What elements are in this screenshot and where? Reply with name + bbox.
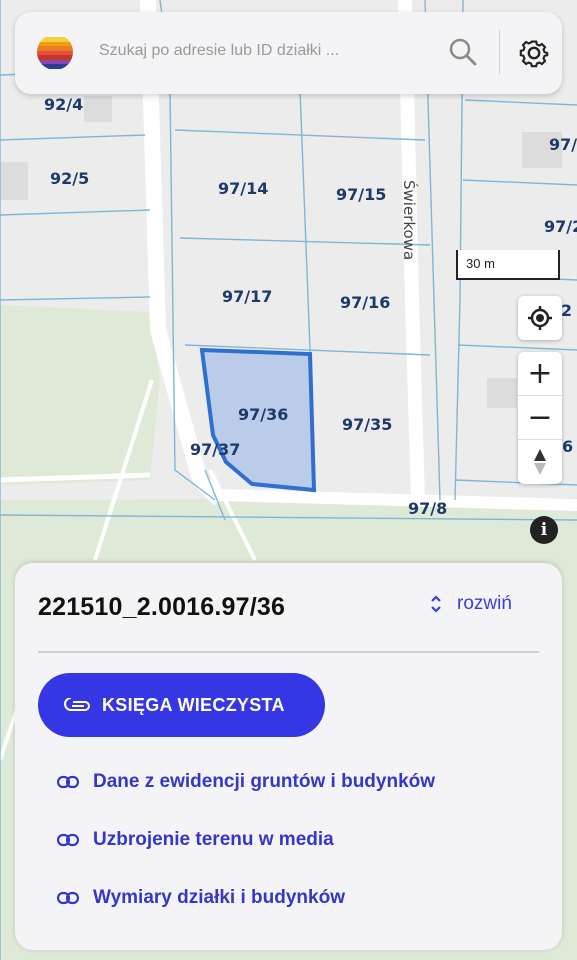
- zoom-in-button[interactable]: +: [518, 352, 562, 396]
- parcel-label: 97/37: [190, 440, 240, 459]
- street-label: Świerkowa: [400, 180, 419, 260]
- building: [0, 162, 28, 200]
- parcel-label: 92/4: [44, 95, 83, 114]
- parcel-label: 97/36: [238, 405, 288, 424]
- compass-icon: [534, 449, 546, 475]
- expand-label: rozwiń: [457, 593, 512, 614]
- parcel-label: 97/2: [544, 217, 577, 236]
- paperclip-icon: [64, 698, 90, 711]
- divider: [38, 651, 539, 653]
- parcel-label: 97/16: [340, 293, 390, 312]
- green-area: [0, 305, 160, 485]
- parcel-panel: 221510_2.0016.97/36 rozwiń KSIĘGA WIECZY…: [15, 563, 562, 950]
- parcel-label: 92/5: [50, 169, 89, 188]
- compass-button[interactable]: [518, 440, 562, 484]
- chevron-up-down-icon: [431, 595, 441, 613]
- parcel-label: 97/35: [342, 415, 392, 434]
- building: [84, 96, 112, 122]
- link-label: Dane z ewidencji gruntów i budynków: [93, 771, 436, 792]
- link-label: Uzbrojenie terenu w media: [93, 829, 334, 850]
- zoom-out-button[interactable]: −: [518, 396, 562, 440]
- parcel-id: 221510_2.0016.97/36: [38, 593, 286, 621]
- search-icon[interactable]: [447, 36, 479, 68]
- parcel-label: 97/: [549, 135, 577, 154]
- parcel-label: 97/15: [336, 185, 386, 204]
- divider: [499, 30, 500, 74]
- link-icon: [57, 891, 79, 905]
- link-land-records[interactable]: Dane z ewidencji gruntów i budynków: [57, 771, 435, 793]
- scale-bar: 30 m: [456, 250, 560, 280]
- parcel-label: 97/14: [218, 179, 268, 198]
- locate-icon: [528, 306, 552, 330]
- zoom-controls: + −: [518, 352, 562, 484]
- land-register-button[interactable]: KSIĘGA WIECZYSTA: [38, 673, 325, 737]
- parcel-label: 6: [562, 437, 573, 456]
- link-dimensions[interactable]: Wymiary działki i budynków: [57, 887, 345, 909]
- parcel-label: 97/8: [408, 499, 447, 518]
- gear-icon[interactable]: [515, 34, 553, 72]
- expand-button[interactable]: rozwiń: [429, 593, 512, 615]
- search-input[interactable]: Szukaj po adresie lub ID działki ...: [99, 42, 339, 60]
- parcel-label: 97/17: [222, 287, 272, 306]
- link-label: Wymiary działki i budynków: [93, 887, 345, 908]
- scale-label: 30 m: [466, 256, 495, 271]
- link-icon: [57, 833, 79, 847]
- land-register-label: KSIĘGA WIECZYSTA: [102, 694, 285, 715]
- rainbow-logo-icon[interactable]: [37, 34, 73, 70]
- building: [487, 378, 517, 408]
- link-icon: [57, 775, 79, 789]
- locate-button[interactable]: [518, 296, 562, 340]
- link-utilities[interactable]: Uzbrojenie terenu w media: [57, 829, 334, 851]
- app-root: 92/4 92/5 97/14 97/15 97/17 97/16 97/36 …: [0, 0, 577, 960]
- info-icon[interactable]: i: [530, 516, 558, 544]
- search-bar: Szukaj po adresie lub ID działki ...: [15, 12, 562, 94]
